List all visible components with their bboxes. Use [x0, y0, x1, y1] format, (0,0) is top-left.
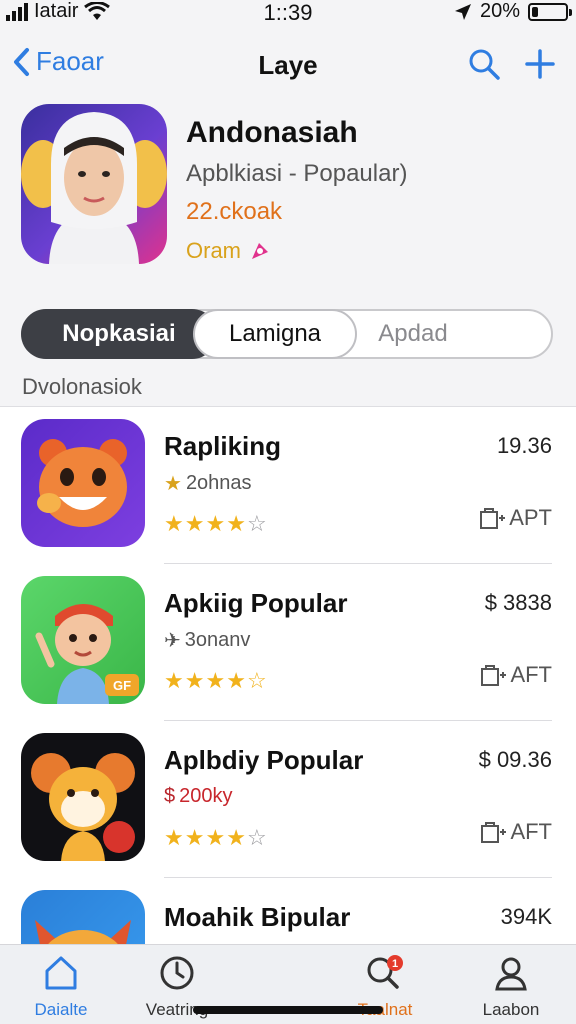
airplane-icon: ✈: [164, 630, 181, 652]
star-icon: ★: [226, 668, 247, 693]
segment-3[interactable]: Apdad: [343, 309, 483, 359]
app-name: Aplbdiy Popular: [164, 745, 364, 775]
tab-label: Daialte: [34, 1000, 88, 1019]
badge-count: 1: [392, 958, 398, 970]
clock-icon: [160, 956, 194, 990]
search-button[interactable]: [468, 48, 500, 85]
tag-icon: [252, 243, 268, 259]
get-button-label: AFT: [510, 819, 552, 844]
boy-character-icon: GF: [35, 604, 139, 704]
get-button-label: APT: [509, 505, 552, 530]
app-name: Moahik Bipular: [164, 902, 351, 932]
add-button[interactable]: [524, 48, 556, 85]
featured-app: Andonasiah Apblkiasi - Popaular) 22.ckoa…: [0, 104, 576, 274]
app-subtitle: $ 200ky: [164, 785, 233, 808]
star-icon: ★: [184, 825, 206, 850]
featured-app-tag-label: Oram: [186, 238, 241, 263]
status-bar: Iatair 1::39 20%: [0, 0, 576, 30]
app-icon: [21, 890, 145, 944]
status-right: 20%: [454, 0, 572, 23]
bag-icon: [481, 822, 507, 843]
get-button[interactable]: AFT: [480, 662, 552, 688]
star-icon: ★: [226, 825, 247, 850]
star-icon: ★: [164, 473, 182, 495]
bag-icon: [481, 665, 507, 686]
star-icon: ★: [164, 511, 185, 536]
get-button[interactable]: APT: [479, 505, 552, 531]
list-item[interactable]: Aplbdiy Popular $ 200ky ★★★★☆ $ 09.36 AF…: [0, 721, 576, 878]
app-name: Rapliking: [164, 431, 282, 461]
get-button[interactable]: AFT: [480, 819, 552, 845]
location-icon: [454, 3, 471, 20]
app-name: Apkiig Popular: [164, 588, 348, 618]
plus-icon: [525, 49, 555, 79]
rating-stars: ★★★★☆: [164, 825, 268, 851]
list-item[interactable]: GF Apkiig Popular ✈ 3onanv ★★★★☆ $ 3838 …: [0, 564, 576, 721]
search-icon: [469, 49, 500, 80]
app-subtitle-text: 200ky: [179, 785, 233, 807]
battery-icon: [528, 2, 572, 21]
bear-face-icon: [37, 439, 127, 527]
app-price: $ 09.36: [478, 747, 552, 772]
avatar-illustration-icon: [21, 112, 167, 264]
app-list: Rapliking ★ 2ohnas ★★★★☆ 19.36 APT GF Ap…: [0, 406, 576, 944]
nav-bar: Faoar Laye: [0, 40, 576, 90]
list-item[interactable]: Moahik Bipular 394K: [0, 878, 576, 944]
section-label: Dvolonasiok: [22, 374, 142, 399]
tab-label: Laabon: [482, 1000, 540, 1019]
app-subtitle: ★ 2ohnas: [164, 471, 252, 496]
battery-fill: [532, 6, 538, 17]
app-price: 19.36: [496, 433, 552, 458]
star-icon: ★: [164, 825, 185, 850]
featured-app-subtitle: Apblkiasi - Popaular): [186, 160, 408, 187]
app-price: $ 3838: [484, 590, 552, 615]
star-outline-icon: ☆: [246, 825, 268, 850]
battery-percent: 20%: [479, 0, 520, 22]
person-icon: [495, 957, 527, 991]
featured-app-name: Andonasiah: [186, 116, 358, 149]
svg-text:GF: GF: [113, 678, 131, 693]
star-icon: ★: [164, 668, 185, 693]
search-icon: 1: [367, 955, 403, 989]
tab-profile[interactable]: Laabon: [456, 955, 566, 1020]
star-half-icon: ☆: [246, 668, 268, 693]
rating-stars: ★★★★☆: [164, 511, 268, 537]
star-outline-icon: ☆: [246, 511, 268, 536]
app-icon: [21, 419, 145, 547]
fox-character-icon: [35, 920, 131, 944]
star-icon: ★: [184, 511, 206, 536]
dollar-icon: $: [164, 785, 176, 807]
featured-app-icon[interactable]: [21, 104, 167, 264]
app-icon: GF: [21, 576, 145, 704]
segment-2[interactable]: Lamigna: [193, 309, 357, 359]
star-icon: ★: [226, 511, 247, 536]
featured-app-count: 22.ckoak: [186, 198, 283, 225]
get-button-label: AFT: [510, 662, 552, 687]
segment-1[interactable]: Nopkasiai: [21, 309, 217, 359]
app-subtitle: ✈ 3onanv: [164, 628, 250, 653]
app-icon: [21, 733, 145, 861]
star-icon: ★: [184, 668, 206, 693]
home-indicator: [193, 1006, 383, 1014]
app-price: 394K: [500, 904, 552, 929]
bag-icon: [480, 508, 506, 529]
star-icon: ★: [205, 825, 227, 850]
featured-app-tag[interactable]: Oram: [186, 238, 271, 264]
star-icon: ★: [205, 511, 227, 536]
rating-stars: ★★★★☆: [164, 668, 268, 694]
app-subtitle-text: 3onanv: [184, 629, 251, 651]
segmented-control: Nopkasiai Lamigna Apdad: [21, 309, 553, 359]
app-subtitle-text: 2ohnas: [185, 472, 252, 494]
list-item[interactable]: Rapliking ★ 2ohnas ★★★★☆ 19.36 APT: [0, 407, 576, 564]
tab-today[interactable]: Daialte: [6, 955, 116, 1020]
home-icon: [45, 956, 77, 990]
mouse-character-icon: [31, 753, 135, 861]
star-icon: ★: [205, 668, 227, 693]
